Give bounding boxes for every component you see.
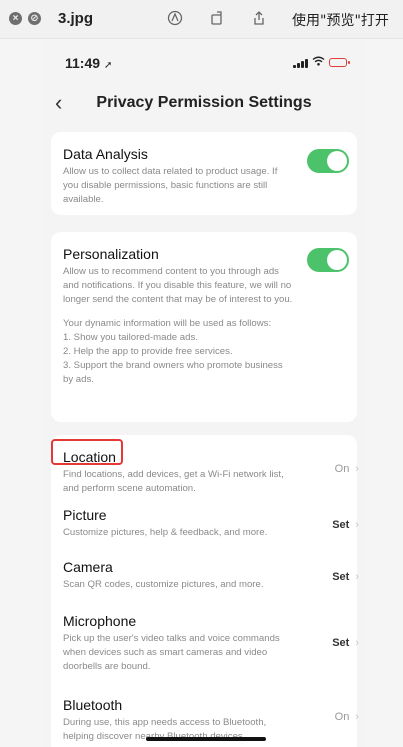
chevron-right-icon: › (355, 519, 359, 531)
personalization-card: Personalization Allow us to recommend co… (51, 232, 357, 422)
close-window-icon[interactable]: × (9, 12, 22, 25)
permission-row-picture[interactable]: Picture Customize pictures, help & feedb… (63, 507, 359, 540)
location-description: Find locations, add devices, get a Wi-Fi… (63, 469, 284, 494)
home-indicator[interactable] (146, 737, 266, 741)
chevron-right-icon: › (355, 637, 359, 649)
open-with-preview-button[interactable]: 使用"预览"打开 (292, 10, 389, 30)
phone-screen: 11:49 ➚ ‹ Privacy Permission Settings Da… (43, 40, 365, 747)
microphone-description: Pick up the user's video talks and voice… (63, 633, 280, 672)
bluetooth-value: On › (334, 711, 359, 723)
location-arrow-icon: ➚ (103, 60, 113, 71)
camera-title: Camera (63, 559, 113, 575)
permission-row-camera[interactable]: Camera Scan QR codes, customize pictures… (63, 559, 359, 592)
chevron-right-icon: › (355, 711, 359, 723)
picture-value: Set › (332, 519, 359, 531)
personalization-usage-intro: Your dynamic information will be used as… (63, 318, 272, 329)
microphone-value: Set › (332, 637, 359, 649)
picture-title: Picture (63, 507, 107, 523)
permissions-card: Location Find locations, add devices, ge… (51, 435, 359, 747)
rotate-icon[interactable] (208, 9, 226, 27)
picture-description: Customize pictures, help & feedback, and… (63, 527, 268, 538)
battery-icon (329, 58, 350, 67)
chevron-right-icon: › (355, 571, 359, 583)
share-icon[interactable] (250, 9, 268, 27)
personalization-description: Allow us to recommend content to you thr… (63, 266, 293, 305)
camera-description: Scan QR codes, customize pictures, and m… (63, 579, 264, 590)
data-analysis-card: Data Analysis Allow us to collect data r… (51, 132, 357, 215)
file-title: 3.jpg (58, 10, 94, 27)
status-bar: 11:49 ➚ (43, 40, 365, 80)
location-highlight-box (51, 439, 123, 465)
personalization-usage-item: 1. Show you tailored-made ads. (63, 332, 198, 343)
status-time: 11:49 ➚ (65, 55, 113, 71)
personalization-usage-item: 3. Support the brand owners who promote … (63, 360, 283, 385)
personalization-usage-item: 2. Help the app to provide free services… (63, 346, 233, 357)
wifi-icon (312, 56, 325, 69)
markup-icon[interactable] (166, 9, 184, 27)
viewer-toolbar: × ⊘ 3.jpg 使用"预览"打开 (0, 0, 403, 39)
personalization-title: Personalization (63, 246, 159, 262)
page-title: Privacy Permission Settings (96, 94, 312, 111)
nav-bar: ‹ Privacy Permission Settings (43, 84, 365, 124)
personalization-toggle[interactable] (307, 248, 349, 272)
data-analysis-title: Data Analysis (63, 146, 148, 162)
data-analysis-toggle[interactable] (307, 149, 349, 173)
location-value: On › (334, 463, 359, 475)
data-analysis-description: Allow us to collect data related to prod… (63, 166, 278, 205)
minimize-window-icon[interactable]: ⊘ (28, 12, 41, 25)
signal-icon (293, 58, 308, 68)
permission-row-microphone[interactable]: Microphone Pick up the user's video talk… (63, 613, 359, 674)
bluetooth-title: Bluetooth (63, 697, 123, 713)
microphone-title: Microphone (63, 613, 137, 629)
camera-value: Set › (332, 571, 359, 583)
chevron-right-icon: › (355, 463, 359, 475)
